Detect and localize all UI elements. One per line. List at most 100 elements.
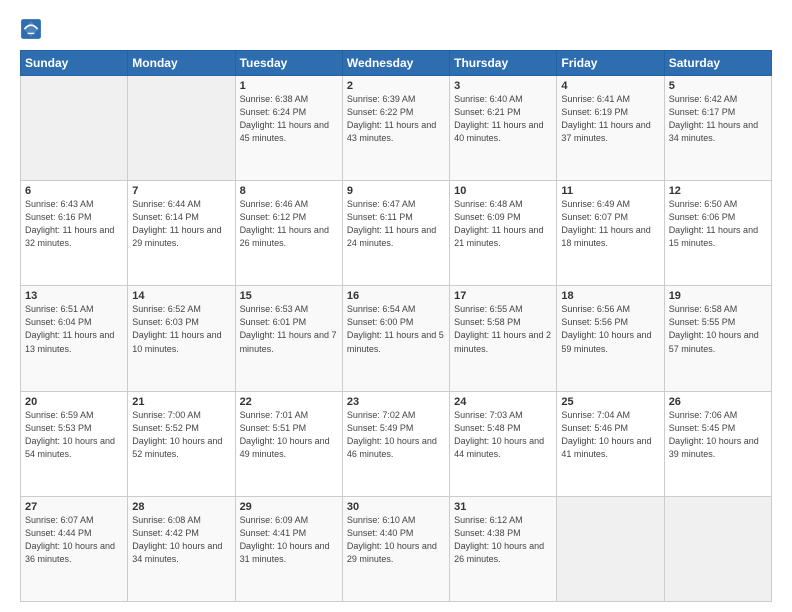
day-cell [21, 76, 128, 181]
day-info: Sunrise: 7:03 AM Sunset: 5:48 PM Dayligh… [454, 409, 552, 461]
day-cell: 17Sunrise: 6:55 AM Sunset: 5:58 PM Dayli… [450, 286, 557, 391]
day-info: Sunrise: 7:01 AM Sunset: 5:51 PM Dayligh… [240, 409, 338, 461]
weekday-sunday: Sunday [21, 51, 128, 76]
day-cell: 1Sunrise: 6:38 AM Sunset: 6:24 PM Daylig… [235, 76, 342, 181]
day-number: 23 [347, 396, 445, 408]
day-number: 8 [240, 185, 338, 197]
day-cell: 13Sunrise: 6:51 AM Sunset: 6:04 PM Dayli… [21, 286, 128, 391]
day-cell: 19Sunrise: 6:58 AM Sunset: 5:55 PM Dayli… [664, 286, 771, 391]
day-number: 2 [347, 80, 445, 92]
day-number: 22 [240, 396, 338, 408]
day-info: Sunrise: 6:55 AM Sunset: 5:58 PM Dayligh… [454, 303, 552, 355]
day-info: Sunrise: 7:06 AM Sunset: 5:45 PM Dayligh… [669, 409, 767, 461]
day-number: 27 [25, 501, 123, 513]
header [20, 18, 772, 40]
day-number: 20 [25, 396, 123, 408]
day-cell: 10Sunrise: 6:48 AM Sunset: 6:09 PM Dayli… [450, 181, 557, 286]
week-row-4: 20Sunrise: 6:59 AM Sunset: 5:53 PM Dayli… [21, 391, 772, 496]
day-cell: 22Sunrise: 7:01 AM Sunset: 5:51 PM Dayli… [235, 391, 342, 496]
day-info: Sunrise: 6:08 AM Sunset: 4:42 PM Dayligh… [132, 514, 230, 566]
day-info: Sunrise: 6:46 AM Sunset: 6:12 PM Dayligh… [240, 198, 338, 250]
day-cell: 4Sunrise: 6:41 AM Sunset: 6:19 PM Daylig… [557, 76, 664, 181]
day-number: 28 [132, 501, 230, 513]
day-number: 4 [561, 80, 659, 92]
day-info: Sunrise: 6:40 AM Sunset: 6:21 PM Dayligh… [454, 93, 552, 145]
day-number: 25 [561, 396, 659, 408]
day-cell: 8Sunrise: 6:46 AM Sunset: 6:12 PM Daylig… [235, 181, 342, 286]
day-cell: 21Sunrise: 7:00 AM Sunset: 5:52 PM Dayli… [128, 391, 235, 496]
day-info: Sunrise: 6:10 AM Sunset: 4:40 PM Dayligh… [347, 514, 445, 566]
day-cell: 29Sunrise: 6:09 AM Sunset: 4:41 PM Dayli… [235, 496, 342, 601]
day-info: Sunrise: 6:53 AM Sunset: 6:01 PM Dayligh… [240, 303, 338, 355]
day-cell: 2Sunrise: 6:39 AM Sunset: 6:22 PM Daylig… [342, 76, 449, 181]
day-cell: 12Sunrise: 6:50 AM Sunset: 6:06 PM Dayli… [664, 181, 771, 286]
weekday-tuesday: Tuesday [235, 51, 342, 76]
generalblue-icon [20, 18, 42, 40]
day-number: 3 [454, 80, 552, 92]
day-info: Sunrise: 7:04 AM Sunset: 5:46 PM Dayligh… [561, 409, 659, 461]
day-cell: 31Sunrise: 6:12 AM Sunset: 4:38 PM Dayli… [450, 496, 557, 601]
day-cell: 16Sunrise: 6:54 AM Sunset: 6:00 PM Dayli… [342, 286, 449, 391]
day-info: Sunrise: 6:50 AM Sunset: 6:06 PM Dayligh… [669, 198, 767, 250]
day-cell [557, 496, 664, 601]
day-number: 7 [132, 185, 230, 197]
day-info: Sunrise: 6:09 AM Sunset: 4:41 PM Dayligh… [240, 514, 338, 566]
day-info: Sunrise: 6:07 AM Sunset: 4:44 PM Dayligh… [25, 514, 123, 566]
day-info: Sunrise: 6:43 AM Sunset: 6:16 PM Dayligh… [25, 198, 123, 250]
day-number: 26 [669, 396, 767, 408]
day-number: 21 [132, 396, 230, 408]
day-info: Sunrise: 6:51 AM Sunset: 6:04 PM Dayligh… [25, 303, 123, 355]
day-cell: 5Sunrise: 6:42 AM Sunset: 6:17 PM Daylig… [664, 76, 771, 181]
day-number: 29 [240, 501, 338, 513]
weekday-wednesday: Wednesday [342, 51, 449, 76]
day-number: 16 [347, 290, 445, 302]
day-info: Sunrise: 7:02 AM Sunset: 5:49 PM Dayligh… [347, 409, 445, 461]
weekday-saturday: Saturday [664, 51, 771, 76]
day-number: 13 [25, 290, 123, 302]
day-info: Sunrise: 6:44 AM Sunset: 6:14 PM Dayligh… [132, 198, 230, 250]
day-cell: 14Sunrise: 6:52 AM Sunset: 6:03 PM Dayli… [128, 286, 235, 391]
day-info: Sunrise: 6:52 AM Sunset: 6:03 PM Dayligh… [132, 303, 230, 355]
day-cell: 25Sunrise: 7:04 AM Sunset: 5:46 PM Dayli… [557, 391, 664, 496]
day-info: Sunrise: 6:49 AM Sunset: 6:07 PM Dayligh… [561, 198, 659, 250]
weekday-header-row: SundayMondayTuesdayWednesdayThursdayFrid… [21, 51, 772, 76]
day-info: Sunrise: 6:47 AM Sunset: 6:11 PM Dayligh… [347, 198, 445, 250]
day-cell: 18Sunrise: 6:56 AM Sunset: 5:56 PM Dayli… [557, 286, 664, 391]
day-cell: 15Sunrise: 6:53 AM Sunset: 6:01 PM Dayli… [235, 286, 342, 391]
week-row-5: 27Sunrise: 6:07 AM Sunset: 4:44 PM Dayli… [21, 496, 772, 601]
day-cell [128, 76, 235, 181]
day-number: 1 [240, 80, 338, 92]
day-number: 11 [561, 185, 659, 197]
day-cell: 24Sunrise: 7:03 AM Sunset: 5:48 PM Dayli… [450, 391, 557, 496]
day-info: Sunrise: 6:59 AM Sunset: 5:53 PM Dayligh… [25, 409, 123, 461]
day-cell: 11Sunrise: 6:49 AM Sunset: 6:07 PM Dayli… [557, 181, 664, 286]
day-number: 15 [240, 290, 338, 302]
day-cell [664, 496, 771, 601]
day-number: 19 [669, 290, 767, 302]
weekday-monday: Monday [128, 51, 235, 76]
day-cell: 7Sunrise: 6:44 AM Sunset: 6:14 PM Daylig… [128, 181, 235, 286]
day-info: Sunrise: 6:38 AM Sunset: 6:24 PM Dayligh… [240, 93, 338, 145]
day-info: Sunrise: 6:56 AM Sunset: 5:56 PM Dayligh… [561, 303, 659, 355]
day-info: Sunrise: 6:41 AM Sunset: 6:19 PM Dayligh… [561, 93, 659, 145]
day-info: Sunrise: 6:48 AM Sunset: 6:09 PM Dayligh… [454, 198, 552, 250]
day-number: 12 [669, 185, 767, 197]
day-info: Sunrise: 6:39 AM Sunset: 6:22 PM Dayligh… [347, 93, 445, 145]
day-number: 17 [454, 290, 552, 302]
weekday-friday: Friday [557, 51, 664, 76]
day-cell: 9Sunrise: 6:47 AM Sunset: 6:11 PM Daylig… [342, 181, 449, 286]
week-row-2: 6Sunrise: 6:43 AM Sunset: 6:16 PM Daylig… [21, 181, 772, 286]
calendar-table: SundayMondayTuesdayWednesdayThursdayFrid… [20, 50, 772, 602]
day-cell: 28Sunrise: 6:08 AM Sunset: 4:42 PM Dayli… [128, 496, 235, 601]
page: SundayMondayTuesdayWednesdayThursdayFrid… [0, 0, 792, 612]
week-row-3: 13Sunrise: 6:51 AM Sunset: 6:04 PM Dayli… [21, 286, 772, 391]
weekday-thursday: Thursday [450, 51, 557, 76]
day-info: Sunrise: 6:54 AM Sunset: 6:00 PM Dayligh… [347, 303, 445, 355]
day-number: 6 [25, 185, 123, 197]
day-number: 24 [454, 396, 552, 408]
day-info: Sunrise: 6:58 AM Sunset: 5:55 PM Dayligh… [669, 303, 767, 355]
day-number: 10 [454, 185, 552, 197]
week-row-1: 1Sunrise: 6:38 AM Sunset: 6:24 PM Daylig… [21, 76, 772, 181]
day-cell: 23Sunrise: 7:02 AM Sunset: 5:49 PM Dayli… [342, 391, 449, 496]
day-number: 9 [347, 185, 445, 197]
